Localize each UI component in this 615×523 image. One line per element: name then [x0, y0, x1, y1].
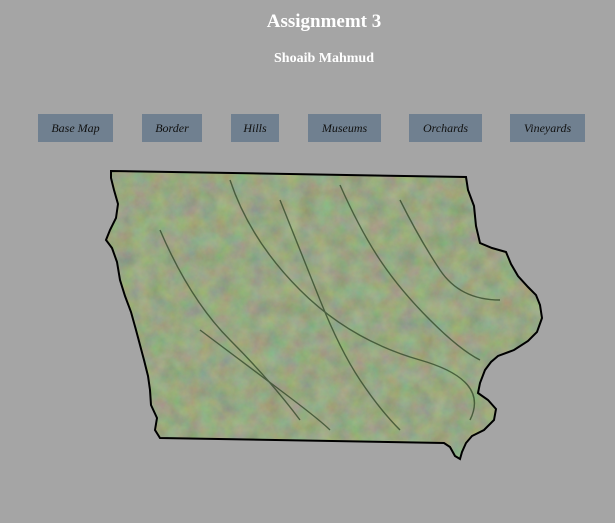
- satellite-imagery: [106, 171, 542, 459]
- map-view[interactable]: [0, 0, 615, 523]
- iowa-state-map: [104, 169, 544, 461]
